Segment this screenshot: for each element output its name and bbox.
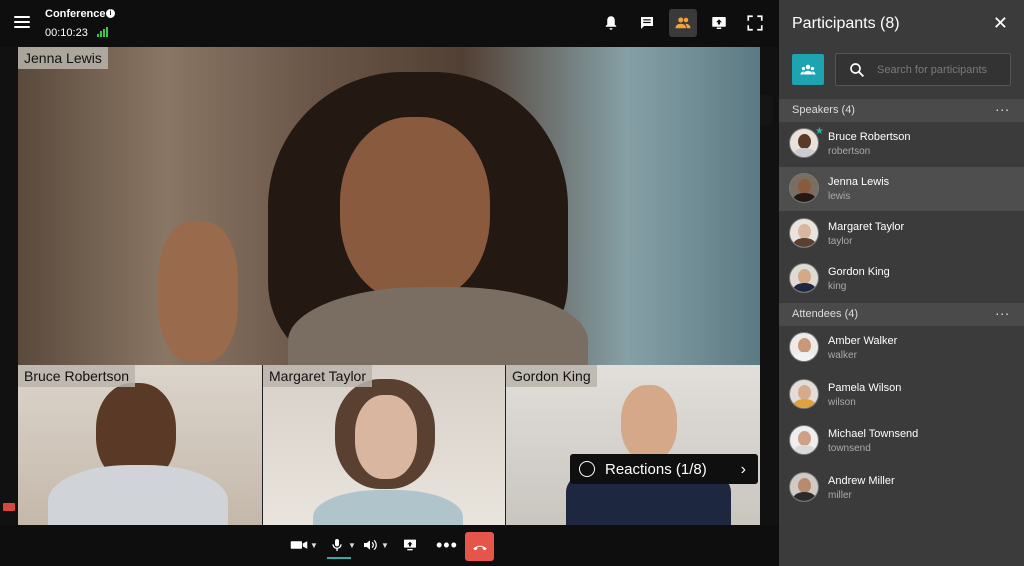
participant-row[interactable]: Pamela Wilson wilson [779,373,1024,417]
mic-level-meter [327,557,351,559]
top-bar: Conference i 00:10:23 [0,0,779,47]
participant-username: walker [828,350,857,361]
main-video-tile[interactable]: Jenna Lewis [18,47,760,365]
participant-username: townsend [828,443,871,454]
name-tag: Bruce Robertson [18,365,136,387]
video-tile[interactable]: Gordon King [506,365,760,525]
hangup-button[interactable] [465,532,494,561]
menu-icon[interactable] [14,16,30,28]
attendees-label: Attendees (4) [792,308,859,320]
speaker-icon [364,539,377,551]
avatar [789,425,819,455]
camera-icon [290,541,308,549]
participant-name: Jenna Lewis [828,176,890,188]
chevron-right-icon: › [740,461,746,478]
conference-title: Conference [45,8,106,20]
participants-panel: Participants (8) ✕ Speakers (4) ... ★ Br… [779,0,1024,566]
participant-name: Michael Townsend [828,428,919,440]
participant-username: miller [828,490,852,501]
participant-row[interactable]: Jenna Lewis lewis [779,167,1024,211]
microphone-icon [332,539,342,551]
chat-icon[interactable] [633,9,661,37]
screen-share-icon [404,539,416,551]
participant-name: Gordon King [828,266,890,278]
bell-icon[interactable] [597,9,625,37]
participant-row[interactable]: Michael Townsend townsend [779,419,1024,463]
name-tag: Gordon King [506,365,597,387]
smile-icon [579,461,595,477]
participant-row[interactable]: Andrew Miller miller [779,466,1024,510]
signal-icon [97,27,108,37]
participant-username: taylor [828,236,853,247]
search-input[interactable] [875,62,1004,77]
reactions-label: Reactions (1/8) [605,460,707,478]
fullscreen-icon[interactable] [741,9,769,37]
attendees-section-header: Attendees (4) ... [779,302,1024,326]
more-icon[interactable]: ... [995,299,1010,322]
avatar [789,332,819,362]
bottom-bar: ▼ ▼ ▼ ••• [0,525,779,566]
participant-username: robertson [828,146,871,157]
video-tile[interactable]: Margaret Taylor [263,365,505,525]
participant-name: Pamela Wilson [828,382,902,394]
participant-name: Amber Walker [828,335,898,347]
participant-username: wilson [828,397,856,408]
avatar [789,472,819,502]
avatar [789,173,819,203]
hangup-icon [472,545,487,550]
group-icon [800,64,816,74]
speakers-label: Speakers (4) [792,104,855,116]
participant-row[interactable]: Amber Walker walker [779,326,1024,370]
participant-row[interactable]: Gordon King king [779,257,1024,301]
video-tile[interactable]: Bruce Robertson [18,365,262,525]
more-icon[interactable]: ••• [436,535,458,555]
info-icon[interactable]: i [106,9,115,18]
group-button[interactable] [792,54,824,85]
panel-title: Participants (8) [792,15,900,32]
name-tag: Margaret Taylor [263,365,373,387]
star-icon: ★ [815,126,824,137]
reactions-button[interactable]: Reactions (1/8) › [570,454,758,484]
screen-share-button[interactable] [401,535,419,555]
search-box[interactable] [835,53,1011,86]
share-screen-icon[interactable] [705,9,733,37]
close-icon[interactable]: ✕ [993,13,1008,34]
avatar [789,379,819,409]
participant-row[interactable]: Margaret Taylor taylor [779,212,1024,256]
participant-row[interactable]: ★ Bruce Robertson robertson [779,122,1024,166]
participant-name: Bruce Robertson [828,131,911,143]
participants-icon[interactable] [669,9,697,37]
microphone-button[interactable]: ▼ [328,535,356,555]
camera-button[interactable]: ▼ [290,535,318,555]
search-icon [850,62,865,77]
call-timer: 00:10:23 [45,27,88,39]
participant-username: king [828,281,847,292]
recording-icon [3,503,15,511]
stage-handle[interactable] [760,95,773,125]
participant-name: Andrew Miller [828,475,895,487]
name-tag: Jenna Lewis [18,47,108,69]
more-icon[interactable]: ... [995,95,1010,118]
avatar [789,218,819,248]
participant-name: Margaret Taylor [828,221,905,233]
speakers-section-header: Speakers (4) ... [779,98,1024,122]
avatar [789,263,819,293]
participant-username: lewis [828,191,851,202]
speaker-button[interactable]: ▼ [361,535,389,555]
